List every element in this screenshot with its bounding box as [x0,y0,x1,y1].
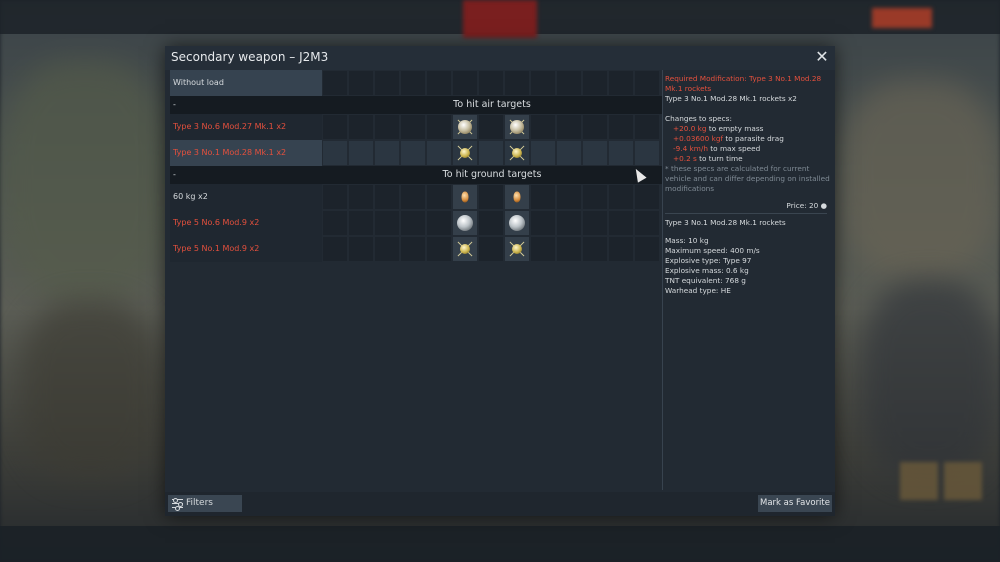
rocket-icon [510,120,524,134]
loadout-label: Without load [170,70,322,96]
change-empty-mass: +20.0 kg to empty mass [673,124,764,133]
loadout-label: Type 5 No.6 Mod.9 x2 [170,210,322,236]
weapon-slot[interactable] [453,185,477,209]
spec-line: Explosive type: Type 97 [665,256,752,265]
section-title: To hit air targets [453,99,531,110]
bomb-icon [461,191,469,203]
section-dash: - [173,170,176,179]
rocket-icon [512,148,522,158]
filters-label: Filters [186,498,213,508]
secondary-weapon-dialog: Secondary weapon – J2M3 ✕ Without load -… [165,46,835,516]
info-separator [665,213,827,214]
slot-cells [322,140,662,166]
modification-info-panel: Required Modification: Type 3 No.1 Mod.2… [665,74,830,194]
section-title: To hit ground targets [442,169,542,180]
weapon-slot[interactable] [505,211,529,235]
change-turn-time: +0.2 s to turn time [673,154,743,163]
close-icon[interactable]: ✕ [814,49,830,65]
rocket-icon [458,120,472,134]
rocket-icon [457,215,473,231]
selected-item: Type 3 No.1 Mod.28 Mk.1 rockets x2 [665,94,797,103]
details-title: Type 3 No.1 Mod.28 Mk.1 rockets [665,218,786,227]
weapon-slot[interactable] [505,237,529,261]
spec-line: Explosive mass: 0.6 kg [665,266,749,275]
slot-cells [322,114,662,140]
loadout-row-type3-no1[interactable]: Type 3 No.1 Mod.28 Mk.1 x2 [170,140,662,166]
slot-cells [322,70,662,96]
section-header-ground: - To hit ground targets [170,166,662,184]
weapon-slot[interactable] [505,185,529,209]
slot-cells [322,210,662,236]
weapon-slot[interactable] [453,237,477,261]
slot-cells [322,236,662,262]
loadout-grid: Without load - To hit air targets Type 3… [170,70,662,262]
changes-header: Changes to specs: [665,114,732,123]
weapon-slot[interactable] [453,211,477,235]
price: Price: 20 ● [786,201,827,210]
dialog-footer: Filters Mark as Favorite [165,492,835,516]
loadout-row-without-load[interactable]: Without load [170,70,662,96]
weapon-slot[interactable] [453,115,477,139]
filters-button[interactable]: Filters [168,495,242,512]
loadout-label: 60 kg x2 [170,184,322,210]
specs-note: * these specs are calculated for current… [665,164,830,193]
section-dash: - [173,100,176,109]
rocket-icon [460,148,470,158]
weapon-details: Type 3 No.1 Mod.28 Mk.1 rockets Mass: 10… [665,218,830,296]
panel-divider [662,70,663,490]
spec-line: Mass: 10 kg [665,236,709,245]
dialog-title: Secondary weapon – J2M3 [171,50,329,64]
change-max-speed: -9.4 km/h to max speed [673,144,761,153]
currency-icon: ● [820,201,827,210]
loadout-row-type3-no6[interactable]: Type 3 No.6 Mod.27 Mk.1 x2 [170,114,662,140]
slot-cells [322,184,662,210]
loadout-row-type5-no6[interactable]: Type 5 No.6 Mod.9 x2 [170,210,662,236]
change-parasite-drag: +0.03600 kgf to parasite drag [673,134,784,143]
loadout-row-60kg[interactable]: 60 kg x2 [170,184,662,210]
weapon-slot[interactable] [505,141,529,165]
loadout-label: Type 5 No.1 Mod.9 x2 [170,236,322,262]
mark-as-favorite-button[interactable]: Mark as Favorite [758,495,832,512]
rocket-icon [460,244,470,254]
spec-line: TNT equivalent: 768 g [665,276,746,285]
bomb-icon [513,191,521,203]
filter-icon [172,498,183,511]
loadout-row-type5-no1[interactable]: Type 5 No.1 Mod.9 x2 [170,236,662,262]
dialog-titlebar: Secondary weapon – J2M3 ✕ [165,46,835,70]
loadout-label: Type 3 No.1 Mod.28 Mk.1 x2 [170,140,322,166]
loadout-label: Type 3 No.6 Mod.27 Mk.1 x2 [170,114,322,140]
rocket-icon [509,215,525,231]
weapon-slot[interactable] [505,115,529,139]
section-header-air: - To hit air targets [170,96,662,114]
weapon-slot[interactable] [453,141,477,165]
rocket-icon [512,244,522,254]
spec-line: Maximum speed: 400 m/s [665,246,760,255]
required-modification: Required Modification: Type 3 No.1 Mod.2… [665,74,822,93]
spec-line: Warhead type: HE [665,286,731,295]
